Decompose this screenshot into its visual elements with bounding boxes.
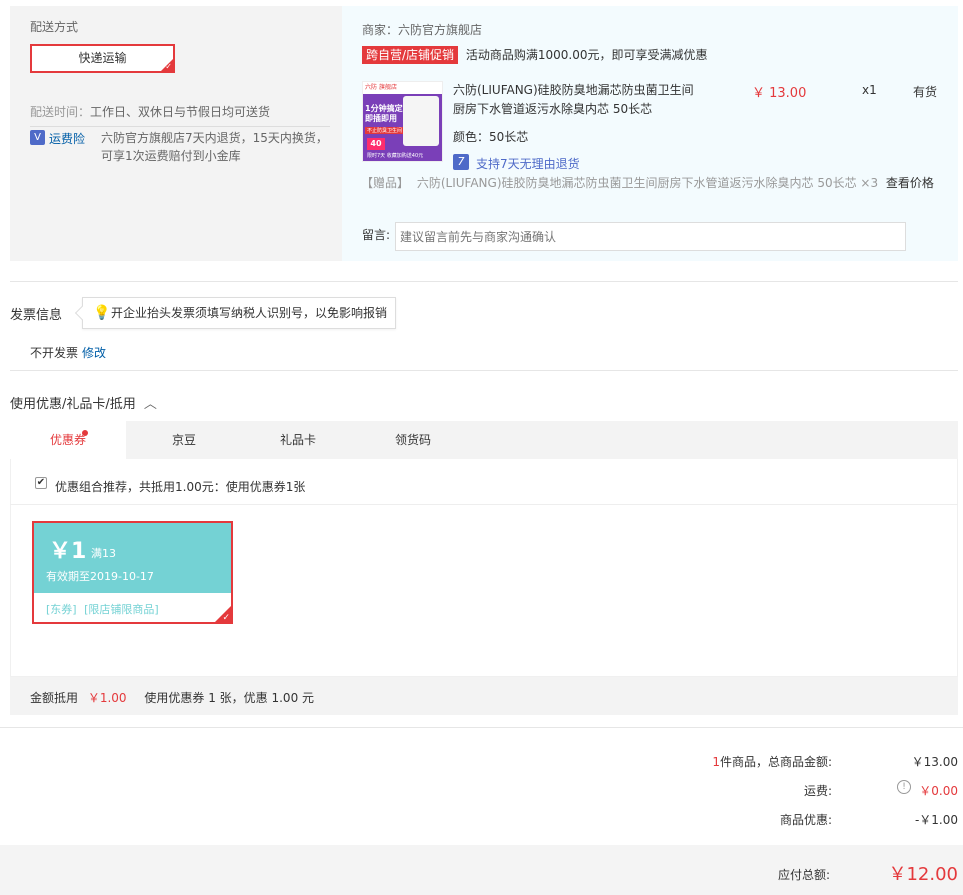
thumb-line2: 即插即用 bbox=[365, 114, 397, 123]
gift-label: 【赠品】 bbox=[361, 176, 410, 190]
merchant-name[interactable]: 六防官方旗舰店 bbox=[398, 23, 482, 37]
coupon-top: ￥1 满13 有效期至2019-10-17 bbox=[34, 523, 231, 593]
divider bbox=[10, 281, 958, 282]
thumb-bottom: 限时7天 收藏加购送40元 bbox=[367, 152, 423, 159]
shipping-method-label: 快递运输 bbox=[78, 51, 127, 65]
discount-toggle[interactable]: 使用优惠/礼品卡/抵用 ︿ bbox=[10, 393, 157, 412]
summary-label: 金额抵用 bbox=[30, 691, 79, 705]
recommend-text: 优惠组合推荐，共抵用1.00元：使用优惠券1张 bbox=[55, 480, 306, 494]
shield-icon: V bbox=[30, 130, 45, 145]
stock-status: 有货 bbox=[913, 85, 938, 99]
thumb-bottom-2: 收藏加购送40元 bbox=[386, 153, 424, 159]
thumb-header: 六防 旗舰店 bbox=[363, 82, 442, 94]
discount-tab-bar: 优惠券 京豆 礼品卡 领货码 bbox=[10, 421, 958, 459]
invoice-title: 发票信息 bbox=[10, 308, 63, 323]
divider bbox=[10, 370, 958, 371]
thumb-product bbox=[403, 96, 439, 146]
coupon-tag-2: [限店铺限商品] bbox=[84, 603, 159, 616]
product-name-line-2: 厨房下水管道返污水除臭内芯 50长芯 bbox=[453, 102, 653, 116]
product-quantity: x1 bbox=[862, 83, 877, 97]
product-discount-label: 商品优惠: bbox=[779, 813, 832, 827]
promo-row: 跨自营/店铺促销 活动商品购满1000.00元，即可享受满减优惠 bbox=[362, 46, 708, 64]
merchant-label: 商家： bbox=[362, 23, 399, 37]
coupon-tag-1: [东券] bbox=[46, 603, 77, 616]
tab-pickup-code[interactable]: 领货码 bbox=[355, 421, 471, 459]
thumb-store: 旗舰店 bbox=[378, 84, 397, 91]
tab-jingdou[interactable]: 京豆 bbox=[126, 421, 242, 459]
thumb-sub: 不止防臭卫生间 bbox=[365, 127, 405, 134]
product-thumbnail[interactable]: 六防 旗舰店 1分钟搞定 即插即用 不止防臭卫生间 40 限时7天 收藏加购送4… bbox=[362, 81, 443, 162]
shipping-title: 配送方式 bbox=[30, 20, 79, 34]
product-color: 颜色：50长芯 bbox=[453, 130, 529, 144]
promo-text: 活动商品购满1000.00元，即可享受满减优惠 bbox=[465, 48, 708, 62]
summary-text: 使用优惠券 1 张，优惠 1.00 元 bbox=[144, 691, 315, 705]
discount-title: 使用优惠/礼品卡/抵用 bbox=[10, 397, 136, 412]
merchant: 商家：六防官方旗舰店 bbox=[362, 21, 482, 38]
gift-row: 【赠品】 六防(LIUFANG)硅胶防臭地漏芯防虫菌卫生间厨房下水管道返污水除臭… bbox=[361, 174, 934, 191]
coupon-amount: ￥1 bbox=[49, 539, 87, 564]
coupon-tags: [东券] [限店铺限商品] bbox=[46, 601, 159, 617]
lightbulb-icon: 💡 bbox=[93, 305, 111, 321]
gift-text: 六防(LIUFANG)硅胶防臭地漏芯防虫菌卫生间厨房下水管道返污水除臭内芯 50… bbox=[416, 176, 879, 190]
delivery-time: 配送时间：工作日、双休日与节假日均可送货 bbox=[30, 103, 270, 120]
discount-summary-bar: 金额抵用 ￥1.00 使用优惠券 1 张，优惠 1.00 元 bbox=[10, 677, 958, 715]
notification-dot bbox=[82, 430, 88, 436]
insurance-line-2: 可享1次运费赔付到小金库 bbox=[101, 149, 241, 163]
coupon-condition: 满13 bbox=[91, 547, 116, 560]
invoice-tip-text: 开企业抬头发票须填写纳税人识别号，以免影响报销 bbox=[111, 306, 388, 320]
freight-label: 运费: bbox=[803, 784, 832, 798]
message-label: 留言: bbox=[362, 228, 391, 242]
delivery-time-label: 配送时间： bbox=[30, 105, 91, 119]
return-policy-link[interactable]: 支持7天无理由退货 bbox=[476, 155, 580, 172]
discount-summary: 金额抵用 ￥1.00 使用优惠券 1 张，优惠 1.00 元 bbox=[30, 689, 314, 706]
invoice-tip: 💡 开企业抬头发票须填写纳税人识别号，以免影响报销 bbox=[74, 297, 397, 329]
divider bbox=[0, 727, 963, 728]
goods-amount: ￥13.00 bbox=[911, 755, 958, 769]
thumb-brand: 六防 bbox=[365, 84, 378, 91]
thumb-headline: 1分钟搞定 即插即用 bbox=[365, 104, 403, 124]
check-icon: ✓ bbox=[165, 62, 172, 71]
product-discount-value: -￥1.00 bbox=[914, 813, 958, 827]
freight-value: ￥0.00 bbox=[919, 784, 958, 798]
tab-coupon-label: 优惠券 bbox=[49, 433, 86, 447]
seven-day-return-icon: 7 bbox=[453, 154, 469, 170]
recommend-checkbox[interactable]: ✔ bbox=[35, 477, 47, 489]
promo-tag: 跨自营/店铺促销 bbox=[362, 46, 459, 64]
item-count: 1 bbox=[712, 755, 720, 769]
thumb-line1: 1分钟搞定 bbox=[365, 104, 403, 113]
divider bbox=[10, 504, 958, 505]
tab-coupon[interactable]: 优惠券 bbox=[10, 421, 126, 459]
invoice-edit-link[interactable]: 修改 bbox=[82, 344, 106, 361]
info-icon[interactable]: ! bbox=[897, 780, 911, 794]
payable-bar: 应付总额: ￥12.00 bbox=[0, 845, 963, 895]
gift-view-price-link[interactable]: 查看价格 bbox=[886, 176, 934, 190]
insurance-description: 六防官方旗舰店7天内退货，15天内换货， 可享1次运费赔付到小金库 bbox=[101, 129, 328, 165]
product-price: ￥ 13.00 bbox=[752, 86, 807, 101]
coupon-expiry: 有效期至2019-10-17 bbox=[46, 570, 154, 583]
payable-value: ￥12.00 bbox=[888, 864, 958, 885]
message-input[interactable] bbox=[395, 222, 906, 251]
coupon-card[interactable]: ￥1 满13 有效期至2019-10-17 [东券] [限店铺限商品] ✓ bbox=[32, 521, 233, 624]
shipping-method-express[interactable]: 快递运输 ✓ bbox=[30, 44, 175, 73]
tab-gift-card[interactable]: 礼品卡 bbox=[240, 421, 356, 459]
check-icon: ✓ bbox=[222, 613, 230, 623]
tip-arrow bbox=[74, 305, 90, 321]
chevron-up-icon: ︿ bbox=[143, 397, 157, 412]
delivery-time-value: 工作日、双休日与节假日均可送货 bbox=[90, 105, 271, 119]
freight-insurance-link[interactable]: 运费险 bbox=[49, 130, 85, 147]
thumb-badge: 40 bbox=[367, 138, 385, 150]
invoice-status: 不开发票 bbox=[30, 346, 79, 360]
insurance-line-1: 六防官方旗舰店7天内退货，15天内换货， bbox=[101, 131, 328, 145]
product-name-line-1: 六防(LIUFANG)硅胶防臭地漏芯防虫菌卫生间 bbox=[453, 83, 694, 97]
thumb-bottom-1: 限时7天 bbox=[367, 153, 386, 159]
goods-total-label: 1件商品，总商品金额: bbox=[560, 753, 832, 770]
summary-amount: ￥1.00 bbox=[87, 691, 127, 705]
item-count-suffix: 件商品，总商品金额: bbox=[719, 755, 832, 769]
payable-label: 应付总额: bbox=[777, 868, 830, 882]
divider bbox=[30, 126, 330, 127]
product-name-link[interactable]: 六防(LIUFANG)硅胶防臭地漏芯防虫菌卫生间 厨房下水管道返污水除臭内芯 5… bbox=[453, 81, 723, 119]
